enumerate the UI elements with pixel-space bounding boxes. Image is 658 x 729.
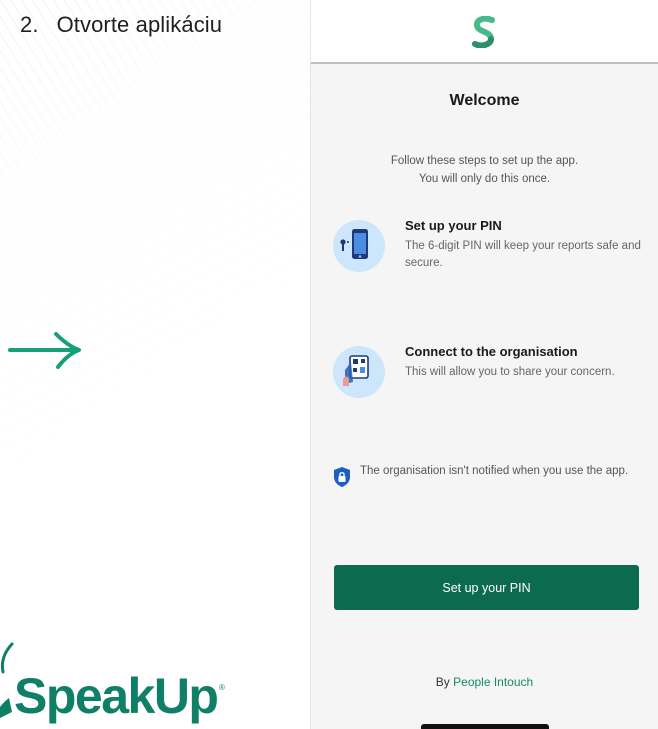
page-title: Welcome [449, 92, 520, 109]
intro-line: Follow these steps to set up the app. [390, 155, 579, 167]
step-title-pin: Set up your PIN [405, 218, 502, 233]
byline: By People Intouch [311, 675, 658, 689]
privacy-notice-text: The organisation isn't notified when you… [360, 465, 629, 477]
speakup-s-logo-icon [472, 16, 495, 48]
step-title-organisation: Connect to the organisation [405, 344, 578, 359]
intro-text: Follow these steps to set up the app. Yo… [311, 152, 658, 188]
intro-line: You will only do this once. [418, 173, 551, 185]
phone-pin-icon [333, 220, 385, 272]
shield-lock-icon [334, 467, 350, 487]
step-description-organisation: This will allow you to share your concer… [405, 366, 615, 378]
arrow-right-icon [8, 332, 81, 369]
step-heading: 2. Otvorte aplikáciu [20, 12, 222, 38]
app-screen: Welcome Follow these steps to set up the… [311, 0, 658, 729]
setup-pin-button[interactable]: Set up your PIN [334, 565, 639, 610]
people-intouch-link[interactable]: People Intouch [453, 675, 533, 689]
speakup-wordmark: SpeakUp [14, 668, 219, 724]
app-header [311, 0, 658, 64]
step-description-pin: The 6-digit PIN will keep your reports s… [405, 240, 641, 269]
registered-mark: ® [219, 683, 225, 692]
slide: 2. Otvorte aplikáciu SpeakUp ® Welcome Fo… [0, 0, 658, 729]
step-number: 2. [20, 12, 39, 37]
home-indicator [421, 724, 549, 729]
byline-prefix: By [435, 675, 450, 689]
step-title: Otvorte aplikáciu [56, 12, 223, 37]
qr-scan-icon [333, 346, 385, 398]
